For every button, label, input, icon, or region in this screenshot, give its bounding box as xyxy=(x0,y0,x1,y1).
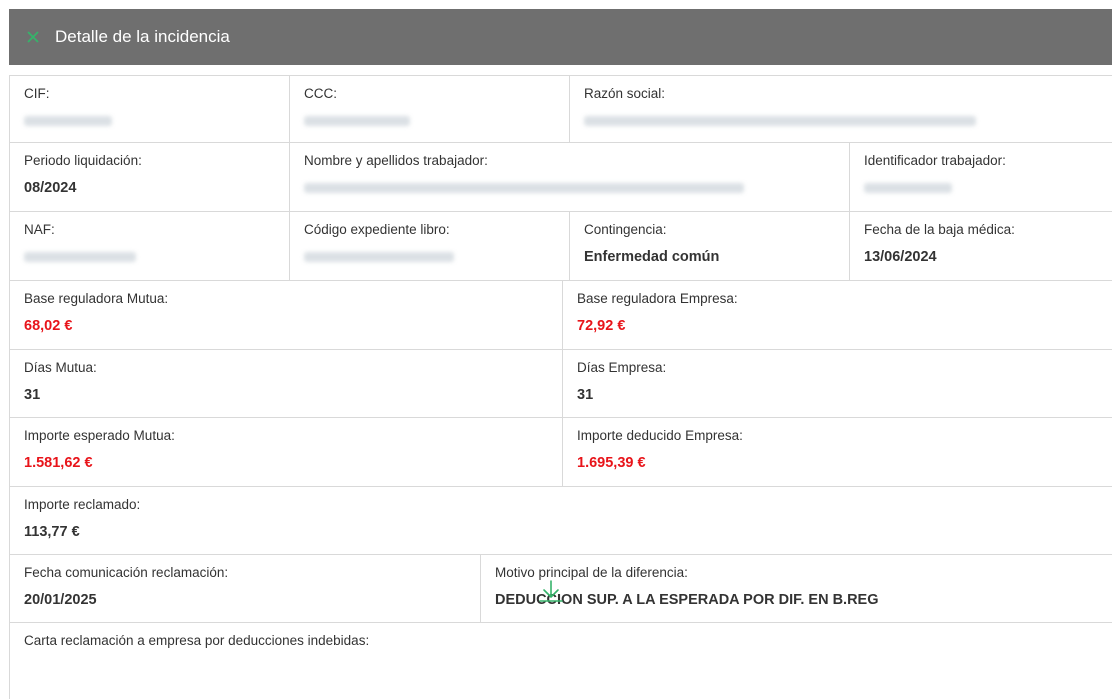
fecha-baja-value: 13/06/2024 xyxy=(864,249,937,265)
importe-reclamado-cell: Importe reclamado: 113,77 € xyxy=(10,487,1112,555)
naf-cell: NAF: xyxy=(10,212,290,281)
contingencia-cell: Contingencia: Enfermedad común xyxy=(570,212,850,281)
contingencia-value: Enfermedad común xyxy=(584,249,720,265)
importe-reclamado-label: Importe reclamado: xyxy=(24,497,141,512)
base-mutua-value: 68,02 € xyxy=(24,318,73,334)
codigo-expediente-value-redacted xyxy=(304,252,454,262)
motivo-value: DEDUCCION SUP. A LA ESPERADA POR DIF. EN… xyxy=(495,592,879,608)
fecha-comunicacion-cell: Fecha comunicación reclamación: 20/01/20… xyxy=(10,555,481,623)
base-mutua-label: Base reguladora Mutua: xyxy=(24,291,169,306)
close-icon[interactable] xyxy=(26,31,40,43)
nombre-cell: Nombre y apellidos trabajador: xyxy=(290,143,850,212)
importe-deducido-label: Importe deducido Empresa: xyxy=(577,428,743,443)
identificador-value-redacted xyxy=(864,183,952,193)
contingencia-label: Contingencia: xyxy=(584,222,667,237)
periodo-cell: Periodo liquidación: 08/2024 xyxy=(10,143,290,212)
modal-header: Detalle de la incidencia xyxy=(9,9,1112,65)
nombre-value-redacted xyxy=(304,183,744,193)
dias-empresa-label: Días Empresa: xyxy=(577,360,667,375)
periodo-label: Periodo liquidación: xyxy=(24,153,142,168)
dias-empresa-value: 31 xyxy=(577,387,594,403)
identificador-cell: Identificador trabajador: xyxy=(850,143,1112,212)
codigo-expediente-label: Código expediente libro: xyxy=(304,222,450,237)
identificador-label: Identificador trabajador: xyxy=(864,153,1006,168)
importe-esperado-cell: Importe esperado Mutua: 1.581,62 € xyxy=(10,418,563,487)
dias-mutua-cell: Días Mutua: 31 xyxy=(10,350,563,418)
naf-value-redacted xyxy=(24,252,136,262)
base-mutua-cell: Base reguladora Mutua: 68,02 € xyxy=(10,281,563,350)
cif-value-redacted xyxy=(24,116,112,126)
fecha-baja-cell: Fecha de la baja médica: 13/06/2024 xyxy=(850,212,1112,281)
motivo-cell: Motivo principal de la diferencia: DEDUC… xyxy=(481,555,1112,623)
fecha-baja-label: Fecha de la baja médica: xyxy=(864,222,1015,237)
base-empresa-cell: Base reguladora Empresa: 72,92 € xyxy=(563,281,1112,350)
importe-deducido-cell: Importe deducido Empresa: 1.695,39 € xyxy=(563,418,1112,487)
ccc-label: CCC: xyxy=(304,86,337,101)
cif-label: CIF: xyxy=(24,86,50,101)
download-icon[interactable] xyxy=(534,575,568,609)
dias-mutua-label: Días Mutua: xyxy=(24,360,97,375)
codigo-expediente-cell: Código expediente libro: xyxy=(290,212,570,281)
importe-esperado-value: 1.581,62 € xyxy=(24,455,93,471)
fecha-comunicacion-value: 20/01/2025 xyxy=(24,592,97,608)
importe-deducido-value: 1.695,39 € xyxy=(577,455,646,471)
importe-esperado-label: Importe esperado Mutua: xyxy=(24,428,175,443)
importe-reclamado-value: 113,77 € xyxy=(24,524,80,540)
razon-social-cell: Razón social: xyxy=(570,76,1112,143)
razon-social-label: Razón social: xyxy=(584,86,666,101)
ccc-cell: CCC: xyxy=(290,76,570,143)
modal-title: Detalle de la incidencia xyxy=(55,27,230,46)
dias-empresa-cell: Días Empresa: 31 xyxy=(563,350,1112,418)
ccc-value-redacted xyxy=(304,116,410,126)
cif-cell: CIF: xyxy=(10,76,290,143)
carta-cell: Carta reclamación a empresa por deduccio… xyxy=(10,623,1112,700)
nombre-label: Nombre y apellidos trabajador: xyxy=(304,153,488,168)
periodo-value: 08/2024 xyxy=(24,180,77,196)
base-empresa-value: 72,92 € xyxy=(577,318,626,334)
dias-mutua-value: 31 xyxy=(24,387,41,403)
motivo-label: Motivo principal de la diferencia: xyxy=(495,565,688,580)
base-empresa-label: Base reguladora Empresa: xyxy=(577,291,738,306)
carta-label: Carta reclamación a empresa por deduccio… xyxy=(24,633,370,648)
fecha-comunicacion-label: Fecha comunicación reclamación: xyxy=(24,565,229,580)
naf-label: NAF: xyxy=(24,222,55,237)
razon-social-value-redacted xyxy=(584,116,976,126)
